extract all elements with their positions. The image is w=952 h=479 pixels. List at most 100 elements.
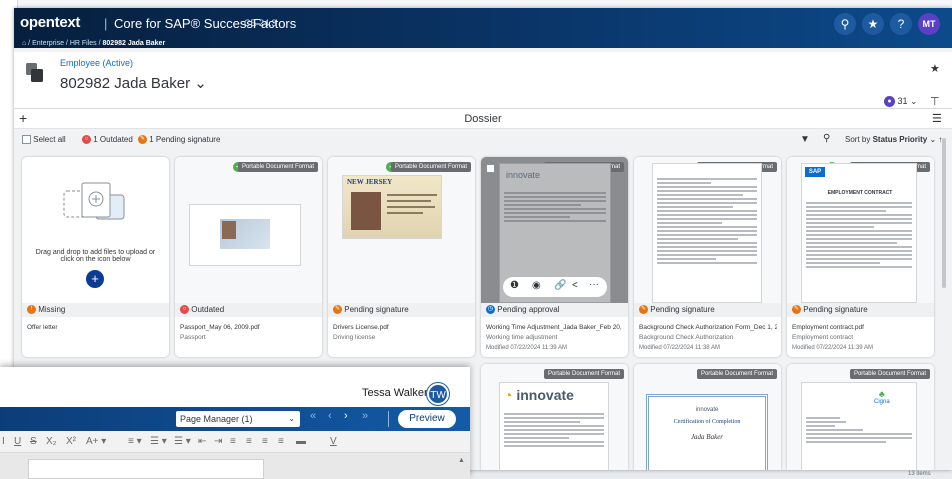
card-status: ✎ Pending signature xyxy=(634,303,781,317)
card-name: Background Check Authorization Form_Dec … xyxy=(639,324,777,331)
preview-button[interactable]: Preview xyxy=(398,410,456,428)
signature-icon: ✎ xyxy=(792,305,801,315)
scroll-up-icon[interactable]: ▲ xyxy=(458,457,465,464)
cigna-text: Cigna xyxy=(874,399,890,405)
page-manager-select[interactable]: Page Manager (1) ⌄ xyxy=(176,411,300,427)
align-left-icon[interactable]: ≡ xyxy=(230,436,236,447)
user-avatar[interactable]: MT xyxy=(918,13,940,35)
link-icon[interactable]: 🔗 xyxy=(554,280,566,291)
document-card[interactable]: Portable Document Format ◔ innovate xyxy=(481,364,628,470)
outdated-filter[interactable]: ○ 1 Outdated xyxy=(82,135,133,145)
card-status: ○ Outdated xyxy=(175,303,322,317)
vertical-scrollbar[interactable] xyxy=(942,138,946,288)
search-icon[interactable]: ⚲ xyxy=(834,13,856,35)
select-all-checkbox[interactable]: Select all xyxy=(22,135,66,145)
align-icon[interactable]: ≡ ▾ xyxy=(128,436,142,447)
innovate-mark-icon: ◔ xyxy=(504,387,513,403)
sort-control[interactable]: Sort by Status Priority ⌄ ↑ xyxy=(845,135,942,144)
certificate-title: Certification of Completion xyxy=(673,419,741,425)
table-icon[interactable]: ▬ xyxy=(296,436,306,447)
outdent-icon[interactable]: ⇤ xyxy=(198,436,206,447)
status-label: Missing xyxy=(38,305,66,314)
sap-logo: SAP xyxy=(805,167,825,177)
pdf-badge: Portable Document Format xyxy=(237,162,318,172)
list-view-icon[interactable]: ☰ xyxy=(932,112,942,125)
variable-icon[interactable]: V xyxy=(330,436,337,447)
previous-page-icon[interactable]: ‹ xyxy=(328,410,332,422)
search-icon[interactable]: ⚲ xyxy=(823,133,830,144)
pdf-badge: Portable Document Format xyxy=(390,162,471,172)
document-card[interactable]: Portable Document Format innovate ❶ ◉ 🔗 … xyxy=(481,157,628,357)
certificate-name: Jada Baker xyxy=(690,433,724,441)
editor-toolbar: Page Manager (1) ⌄ « ‹ › » Preview xyxy=(0,407,470,431)
employee-name-dropdown[interactable]: 802982 Jada Baker ⌄ xyxy=(60,74,207,92)
filter-icon[interactable]: ▼ xyxy=(800,134,810,145)
align-center-icon[interactable]: ≡ xyxy=(246,436,252,447)
brand-logo[interactable]: opentext xyxy=(20,14,80,31)
strikethrough-icon[interactable]: S xyxy=(30,436,37,447)
page-preview xyxy=(652,163,762,303)
upload-add-button[interactable]: + xyxy=(86,270,104,288)
pin-icon[interactable]: ★ xyxy=(930,62,940,75)
document-thumbnail: Portable Document Format innovate ❶ ◉ 🔗 … xyxy=(481,157,628,303)
background-window-strip xyxy=(470,470,952,479)
chevron-down-icon: ⌄ xyxy=(288,414,295,423)
justify-icon[interactable]: ≡ xyxy=(278,436,284,447)
breadcrumb-hr-files[interactable]: HR Files xyxy=(70,40,97,47)
align-right-icon[interactable]: ≡ xyxy=(262,436,268,447)
breadcrumb-enterprise[interactable]: Enterprise xyxy=(32,40,64,47)
document-card[interactable]: Portable Document Format ✎ Pending signa… xyxy=(634,157,781,357)
font-size-icon[interactable]: A+ ▾ xyxy=(86,436,106,447)
document-card[interactable]: Portable Document Format ♣ Cigna xyxy=(787,364,934,470)
certificate-preview: innovate Certification of Completion Jad… xyxy=(646,394,768,470)
card-name: Passport_May 06, 2009.pdf xyxy=(180,324,260,331)
card-checkbox[interactable] xyxy=(486,164,495,173)
more-icon[interactable]: ··· xyxy=(589,279,599,290)
card-name: Working Time Adjustment_Jada Baker_Feb 2… xyxy=(486,324,624,331)
italic-icon[interactable]: I xyxy=(2,436,5,447)
underline-icon[interactable]: U xyxy=(14,436,21,447)
breadcrumb: ⌂ / Enterprise / HR Files / 802982 Jada … xyxy=(14,36,952,52)
view-icon[interactable]: ◉ xyxy=(532,280,541,291)
document-card[interactable]: Portable Document Format innovate Certif… xyxy=(634,364,781,470)
superscript-icon[interactable]: X² xyxy=(66,436,76,447)
numbered-list-icon[interactable]: ☰ ▾ xyxy=(150,436,167,447)
next-page-icon[interactable]: › xyxy=(344,410,348,422)
followers-button[interactable]: ● 31 ⌄ xyxy=(884,96,918,108)
sort-prefix: Sort by xyxy=(845,135,871,144)
last-page-icon[interactable]: » xyxy=(362,410,368,422)
upload-area[interactable]: Drag and drop to add files to upload or … xyxy=(22,157,169,303)
help-icon[interactable]: ? xyxy=(890,13,912,35)
filter-bar: Select all ○ 1 Outdated ✎ 1 Pending sign… xyxy=(14,130,952,150)
editor-page[interactable] xyxy=(28,459,264,479)
document-thumbnail: Portable Document Format innovate Certif… xyxy=(634,364,781,470)
object-header: Employee (Active) 802982 Jada Baker ⌄ ★ … xyxy=(14,52,952,109)
contract-heading: EMPLOYMENT CONTRACT xyxy=(827,190,893,196)
document-card[interactable]: ✓ Portable Document Format ○ Outdated Pa… xyxy=(175,157,322,357)
checkbox[interactable] xyxy=(22,135,31,145)
document-card[interactable]: ✓ Portable Document Format NEW JERSEY ✎ … xyxy=(328,157,475,357)
signature-icon: ✎ xyxy=(138,135,147,145)
status-label: Pending signature xyxy=(344,305,409,314)
bullet-list-icon[interactable]: ☰ ▾ xyxy=(174,436,191,447)
first-page-icon[interactable]: « xyxy=(310,410,316,422)
card-status: ✎ Pending signature xyxy=(787,303,934,317)
employee-folder-icon xyxy=(26,63,43,82)
editor-avatar[interactable]: TW xyxy=(427,383,449,405)
license-preview: NEW JERSEY xyxy=(342,175,442,239)
info-icon[interactable]: ❶ xyxy=(510,280,519,291)
pending-filter[interactable]: ✎ 1 Pending signature xyxy=(138,135,220,145)
document-card[interactable]: Drag and drop to add files to upload or … xyxy=(22,157,169,357)
document-thumbnail: Portable Document Format xyxy=(634,157,781,303)
card-type: Driving license xyxy=(333,334,376,341)
dossier-bar: + Dossier ☰ xyxy=(14,109,952,129)
share-icon[interactable]: < xyxy=(572,280,578,291)
toolbar-icon[interactable]: ⊤ xyxy=(930,95,940,108)
document-card[interactable]: ✓ Portable Document Format SAP EMPLOYMEN… xyxy=(787,157,934,357)
subscript-icon[interactable]: X₂ xyxy=(46,436,57,447)
indent-icon[interactable]: ⇥ xyxy=(214,436,222,447)
favorites-icon[interactable]: ★ xyxy=(862,13,884,35)
card-modified: Modified 07/22/2024 11:38 AM xyxy=(639,345,720,351)
status-label: Pending approval xyxy=(497,305,560,314)
certificate-brand: innovate xyxy=(695,407,719,413)
